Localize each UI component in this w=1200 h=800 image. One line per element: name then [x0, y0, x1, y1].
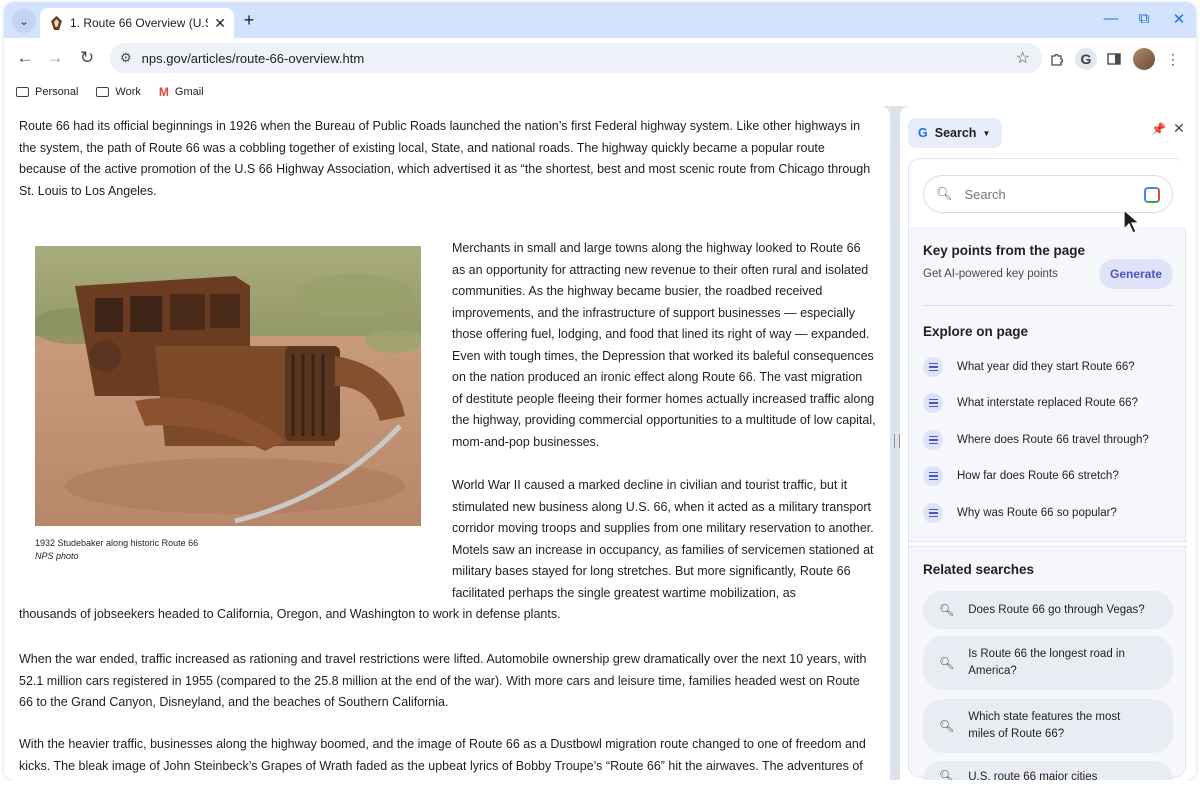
studebaker-photo: [35, 246, 421, 526]
related-search-item[interactable]: 🔍︎ Which state features the most miles o…: [923, 699, 1173, 753]
close-window-icon[interactable]: ✕: [1167, 10, 1191, 28]
paragraph-3-end: thousands of jobseekers headed to Califo…: [19, 607, 561, 621]
side-panel-icon[interactable]: [1103, 48, 1125, 70]
search-box[interactable]: 🔍︎: [923, 175, 1173, 213]
related-search-item[interactable]: 🔍︎ U.S. route 66 major cities: [923, 761, 1173, 780]
avatar[interactable]: [1133, 48, 1155, 70]
bookmark-label: Personal: [35, 86, 79, 98]
chevron-down-icon: ⌄: [19, 15, 29, 28]
side-panel: G Search ▼ 📌 ✕ 🔍︎ Key points from the pa…: [900, 106, 1196, 780]
paragraph-3: World War II caused a marked decline in …: [452, 478, 874, 600]
paragraph-5: With the heavier traffic, businesses alo…: [19, 737, 866, 773]
related-search-label: Is Route 66 the longest road in America?: [968, 648, 1125, 677]
search-icon: 🔍︎: [939, 603, 955, 617]
caret-down-icon: ▼: [982, 128, 991, 138]
explore-item-label: What interstate replaced Route 66?: [957, 397, 1138, 409]
google-g-icon: G: [918, 126, 928, 140]
related-search-label: Does Route 66 go through Vegas?: [968, 603, 1145, 616]
explore-item-label: Where does Route 66 travel through?: [957, 434, 1149, 446]
explore-title: Explore on page: [923, 324, 1029, 339]
tab-search-button[interactable]: ⌄: [12, 9, 36, 33]
page-content[interactable]: Route 66 had its official beginnings in …: [4, 106, 890, 780]
folder-icon: [96, 87, 110, 97]
tab-active[interactable]: 1. Route 66 Overview (U.S. Na ✕: [40, 8, 234, 38]
related-title: Related searches: [923, 562, 1035, 577]
search-icon: 🔍︎: [939, 719, 955, 733]
search-input[interactable]: [964, 186, 1125, 202]
mode-label: Search: [934, 126, 977, 140]
explore-item[interactable]: How far does Route 66 stretch?: [923, 463, 1173, 489]
bookmark-label: Gmail: [174, 86, 204, 98]
explore-item[interactable]: What interstate replaced Route 66?: [923, 390, 1173, 416]
section-separator: [909, 541, 1187, 547]
folder-icon: [16, 87, 29, 97]
photo-credit: NPS photo: [35, 551, 79, 561]
gmail-icon: M: [158, 85, 169, 99]
google-g-icon[interactable]: G: [1075, 48, 1097, 70]
pin-icon[interactable]: 📌: [1151, 122, 1166, 136]
list-icon: [923, 430, 943, 450]
tab-title: 1. Route 66 Overview (U.S. Na: [70, 16, 208, 30]
related-search-item[interactable]: 🔍︎ Does Route 66 go through Vegas?: [923, 591, 1173, 629]
list-icon: [923, 357, 943, 377]
close-panel-icon[interactable]: ✕: [1173, 120, 1185, 137]
extensions-icon[interactable]: [1046, 48, 1068, 70]
side-panel-mode-dropdown[interactable]: G Search ▼: [908, 118, 1003, 148]
photo-caption: 1932 Studebaker along historic Route 66: [35, 538, 199, 548]
bottom-margin: [0, 780, 1200, 800]
restore-icon[interactable]: ⧉: [1132, 10, 1156, 27]
search-icon: 🔍︎: [939, 656, 955, 670]
paragraph-1: Route 66 had its official beginnings in …: [19, 119, 871, 198]
reload-icon[interactable]: ↻: [76, 48, 98, 70]
toolbar: ← → ↻ ⚙ nps.gov/articles/route-66-overvi…: [4, 38, 1196, 78]
key-points-title: Key points from the page: [923, 243, 1086, 258]
related-search-item[interactable]: 🔍︎ Is Route 66 the longest road in Ameri…: [923, 636, 1173, 690]
key-points-subtitle: Get AI-powered key points: [923, 268, 1058, 280]
list-icon: [923, 393, 943, 413]
bookmark-label: Work: [115, 86, 141, 98]
list-icon: [923, 503, 943, 523]
url-text: nps.gov/articles/route-66-overview.htm: [141, 50, 365, 66]
nps-arrowhead-icon: [50, 16, 62, 30]
site-settings-icon[interactable]: ⚙: [120, 50, 132, 66]
new-tab-button[interactable]: +: [238, 10, 260, 32]
minimize-icon[interactable]: —: [1099, 10, 1123, 27]
bookmark-gmail[interactable]: M Gmail: [159, 85, 204, 99]
more-menu-icon[interactable]: ⋮: [1162, 48, 1184, 70]
tab-strip: ⌄ 1. Route 66 Overview (U.S. Na ✕ + — ⧉ …: [4, 2, 1196, 38]
generate-button[interactable]: Generate: [1099, 259, 1173, 289]
bookmarks-bar: Personal Work M Gmail: [4, 78, 1196, 106]
related-search-label: U.S. route 66 major cities: [968, 771, 1098, 780]
bookmark-star-icon[interactable]: ☆: [1016, 48, 1030, 68]
explore-item-label: What year did they start Route 66?: [957, 361, 1135, 373]
google-lens-icon[interactable]: [1144, 187, 1160, 203]
bookmark-work[interactable]: Work: [96, 86, 141, 98]
close-tab-icon[interactable]: ✕: [214, 15, 226, 32]
related-search-label: Which state features the most miles of R…: [968, 711, 1121, 740]
address-bar[interactable]: ⚙ nps.gov/articles/route-66-overview.htm…: [110, 43, 1042, 73]
divider: [923, 305, 1173, 306]
search-icon: 🔍︎: [936, 186, 953, 201]
back-arrow-icon[interactable]: ←: [14, 48, 36, 70]
search-icon: 🔍︎: [939, 769, 955, 780]
paragraph-2: Merchants in small and large towns along…: [452, 241, 876, 449]
explore-item-label: Why was Route 66 so popular?: [957, 507, 1117, 519]
list-icon: [923, 466, 943, 486]
search-results-card: 🔍︎ Key points from the page Get AI-power…: [908, 158, 1187, 780]
browser-window: ⌄ 1. Route 66 Overview (U.S. Na ✕ + — ⧉ …: [4, 2, 1196, 780]
paragraph-4: When the war ended, traffic increased as…: [19, 652, 867, 709]
explore-item[interactable]: Where does Route 66 travel through?: [923, 427, 1173, 453]
explore-item[interactable]: What year did they start Route 66?: [923, 354, 1173, 380]
bookmark-personal[interactable]: Personal: [16, 86, 78, 98]
forward-arrow-icon[interactable]: →: [44, 48, 66, 70]
search-header: 🔍︎: [909, 159, 1187, 234]
explore-item[interactable]: Why was Route 66 so popular?: [923, 500, 1173, 526]
explore-item-label: How far does Route 66 stretch?: [957, 470, 1119, 482]
